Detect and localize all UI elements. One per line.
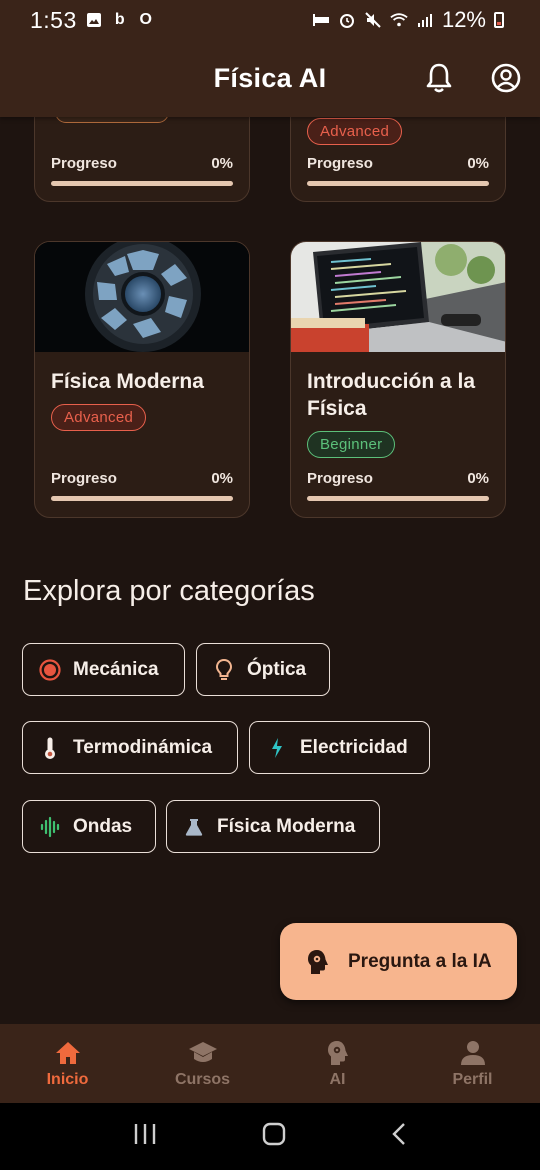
home-button-icon[interactable] [262,1122,286,1151]
status-bar: 1:53 b O 12% [0,0,540,40]
app-bar: Física AI [0,40,540,117]
sleep-icon [312,11,330,29]
progress-label: Progreso [307,155,373,172]
nav-item-perfil[interactable]: Perfil [405,1024,540,1103]
o-app-icon: O [139,11,152,28]
nav-item-inicio[interactable]: Inicio [0,1024,135,1103]
progress-bar [51,181,233,186]
recent-apps-icon[interactable] [133,1123,157,1150]
course-title: Física Moderna [51,370,204,393]
alarm-icon [338,11,356,29]
progress-bar [307,181,489,186]
target-icon [39,658,61,682]
lightbulb-icon [213,658,235,682]
brain-head-icon [306,949,330,975]
bolt-icon [266,736,288,760]
system-nav-bar [0,1103,540,1170]
progress-bar [307,496,489,501]
battery-percent: 12% [441,7,486,32]
progress-label: Progreso [307,470,373,487]
account-circle-icon[interactable] [491,63,521,93]
waveform-icon [39,815,61,839]
thermometer-icon [39,736,61,760]
status-right: 12% [312,7,504,33]
mute-icon [364,11,382,29]
nav-item-ai[interactable]: AI [270,1024,405,1103]
progress-row: Progreso 0% [307,155,489,172]
nav-item-cursos[interactable]: Cursos [135,1024,270,1103]
chip-label: Termodinámica [73,736,213,758]
category-chip-fisica-moderna[interactable]: Física Moderna [166,800,380,853]
brain-head-icon [323,1039,353,1067]
progress-row: Progreso 0% [51,470,233,487]
progress-value: 0% [211,470,233,487]
course-card[interactable]: Introducción a la Física Beginner Progre… [290,241,506,518]
notifications-bell-icon[interactable] [424,62,454,94]
home-icon [53,1039,83,1067]
laptop-code-image [291,242,505,352]
progress-label: Progreso [51,470,117,487]
chip-label: Mecánica [73,658,159,680]
signal-icon [416,11,434,29]
back-icon[interactable] [391,1122,407,1151]
flask-icon [183,815,205,839]
course-title: Introducción a la Física [307,370,476,420]
nav-label: Cursos [174,1070,231,1088]
progress-value: 0% [211,155,233,172]
graduation-cap-icon [188,1039,218,1067]
category-chip-termodinamica[interactable]: Termodinámica [22,721,238,774]
nav-label: Perfil [452,1070,493,1088]
category-chip-ondas[interactable]: Ondas [22,800,156,853]
course-card[interactable]: Física Moderna Advanced Progreso 0% [34,241,250,518]
category-chip-mecanica[interactable]: Mecánica [22,643,185,696]
gallery-icon [85,11,103,29]
category-chip-optica[interactable]: Óptica [196,643,330,696]
progress-value: 0% [467,470,489,487]
b-app-icon: b [114,11,125,28]
progress-row: Progreso 0% [51,155,233,172]
level-badge: Advanced [51,404,147,431]
wifi-icon [390,11,408,29]
progress-bar [51,496,233,501]
ask-ai-label: Pregunta a la IA [348,950,492,972]
category-chip-electricidad[interactable]: Electricidad [249,721,430,774]
status-time: 1:53 [30,6,77,33]
ask-ai-button[interactable]: Pregunta a la IA [280,923,517,1000]
chip-label: Electricidad [300,736,408,758]
chip-label: Óptica [247,658,307,680]
chip-label: Física Moderna [217,815,356,837]
progress-value: 0% [467,155,489,172]
chip-label: Ondas [73,815,133,837]
level-badge: Advanced [307,118,403,145]
progress-label: Progreso [51,155,117,172]
nav-label: AI [329,1070,346,1088]
level-badge: Beginner [307,431,396,458]
battery-icon [494,12,504,28]
top-area: 1:53 b O 12% Física AI [0,0,540,117]
nav-label: Inicio [46,1070,89,1088]
bottom-nav: Inicio Cursos AI Perfil [0,1024,540,1103]
progress-row: Progreso 0% [307,470,489,487]
person-icon [458,1039,488,1067]
space-station-window-image [35,242,249,352]
categories-title: Explora por categorías [23,575,315,607]
status-left: 1:53 b O [30,7,155,34]
app-title: Física AI [213,63,327,93]
